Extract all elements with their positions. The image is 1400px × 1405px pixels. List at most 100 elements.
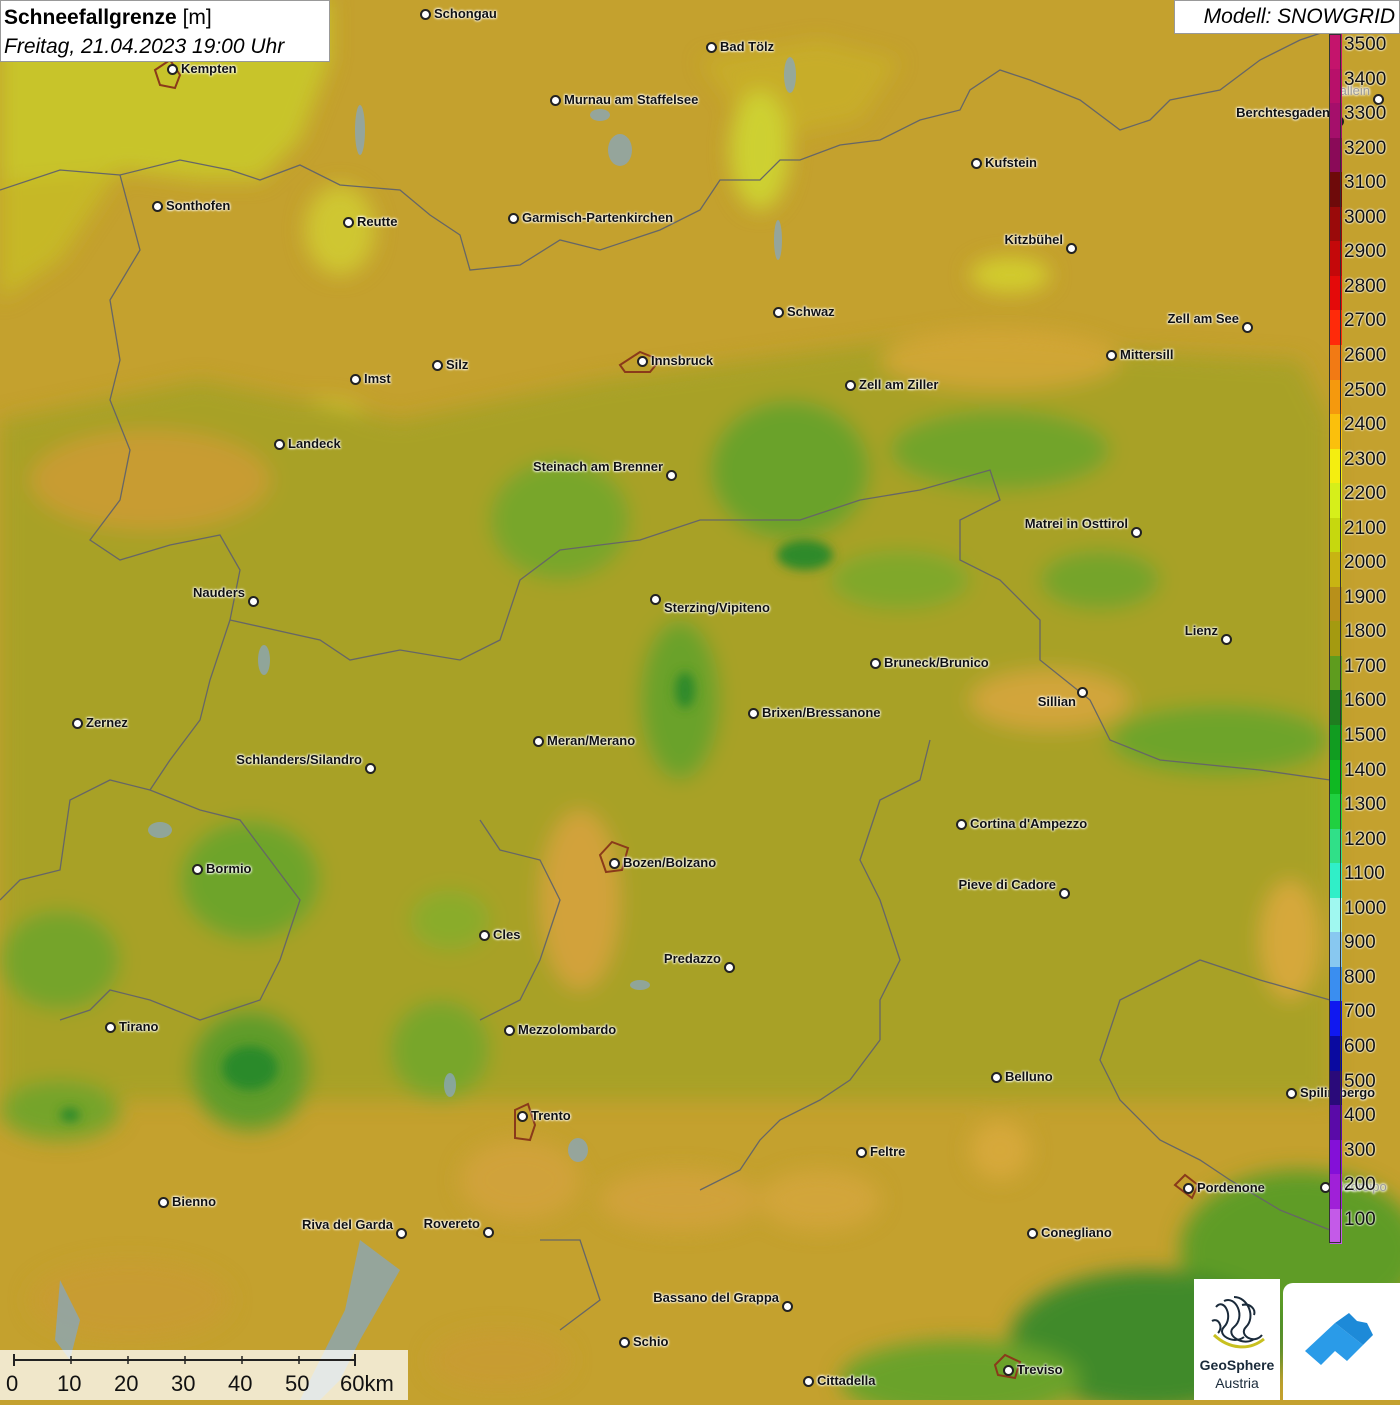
city-marker-icon[interactable] (1106, 350, 1117, 361)
city-marker-icon[interactable] (956, 819, 967, 830)
city-label[interactable]: Pordenone (1197, 1180, 1265, 1195)
city-label[interactable]: Steinach am Brenner (533, 459, 663, 474)
city-marker-icon[interactable] (158, 1197, 169, 1208)
city-label[interactable]: Schio (633, 1334, 668, 1349)
city-marker-icon[interactable] (343, 217, 354, 228)
city-marker-icon[interactable] (248, 596, 259, 607)
city-label[interactable]: Schlanders/Silandro (236, 752, 362, 767)
city-label[interactable]: Bormio (206, 861, 252, 876)
city-marker-icon[interactable] (724, 962, 735, 973)
city-marker-icon[interactable] (845, 380, 856, 391)
city-marker-icon[interactable] (971, 158, 982, 169)
city-label[interactable]: Schongau (434, 6, 497, 21)
city-marker-icon[interactable] (432, 360, 443, 371)
city-label[interactable]: Imst (364, 371, 391, 386)
city-label[interactable]: Tirano (119, 1019, 159, 1034)
city-label[interactable]: Meran/Merano (547, 733, 635, 748)
city-marker-icon[interactable] (396, 1228, 407, 1239)
city-marker-icon[interactable] (773, 307, 784, 318)
city-marker-icon[interactable] (533, 736, 544, 747)
city-label[interactable]: Rovereto (424, 1216, 480, 1231)
city-marker-icon[interactable] (72, 718, 83, 729)
city-marker-icon[interactable] (1242, 322, 1253, 333)
city-label[interactable]: Reutte (357, 214, 397, 229)
city-label[interactable]: Sillian (1038, 694, 1076, 709)
city-label[interactable]: Bassano del Grappa (653, 1290, 779, 1305)
city-marker-icon[interactable] (192, 864, 203, 875)
city-label[interactable]: Cles (493, 927, 520, 942)
city-marker-icon[interactable] (706, 42, 717, 53)
city-label[interactable]: Zell am Ziller (859, 377, 938, 392)
city-label[interactable]: Zell am See (1167, 311, 1239, 326)
city-label[interactable]: Kitzbühel (1005, 232, 1064, 247)
city-marker-icon[interactable] (479, 930, 490, 941)
city-marker-icon[interactable] (1066, 243, 1077, 254)
city-label[interactable]: Murnau am Staffelsee (564, 92, 698, 107)
city-marker-icon[interactable] (508, 213, 519, 224)
city-marker-icon[interactable] (870, 658, 881, 669)
city-label[interactable]: Mezzolombardo (518, 1022, 616, 1037)
city-label[interactable]: Zernez (86, 715, 128, 730)
city-label[interactable]: Feltre (870, 1144, 905, 1159)
city-marker-icon[interactable] (1286, 1088, 1297, 1099)
city-marker-icon[interactable] (637, 356, 648, 367)
city-marker-icon[interactable] (782, 1301, 793, 1312)
city-marker-icon[interactable] (550, 95, 561, 106)
city-label[interactable]: Landeck (288, 436, 341, 451)
city-label[interactable]: Mittersill (1120, 347, 1173, 362)
city-marker-icon[interactable] (1131, 527, 1142, 538)
city-label[interactable]: Treviso (1017, 1362, 1063, 1377)
city-marker-icon[interactable] (856, 1147, 867, 1158)
city-label[interactable]: Bad Tölz (720, 39, 774, 54)
city-marker-icon[interactable] (105, 1022, 116, 1033)
city-marker-icon[interactable] (365, 763, 376, 774)
city-marker-icon[interactable] (1221, 634, 1232, 645)
city-marker-icon[interactable] (420, 9, 431, 20)
city-label[interactable]: Predazzo (664, 951, 721, 966)
city-label[interactable]: Cortina d'Ampezzo (970, 816, 1087, 831)
city-marker-icon[interactable] (1003, 1365, 1014, 1376)
city-marker-icon[interactable] (1027, 1228, 1038, 1239)
city-marker-icon[interactable] (991, 1072, 1002, 1083)
city-label[interactable]: Bienno (172, 1194, 216, 1209)
city-label[interactable]: Matrei in Osttirol (1025, 516, 1128, 531)
city-label[interactable]: Bruneck/Brunico (884, 655, 989, 670)
city-marker-icon[interactable] (504, 1025, 515, 1036)
city-marker-icon[interactable] (350, 374, 361, 385)
geosphere-logo[interactable]: GeoSphere Austria (1194, 1279, 1280, 1400)
city-marker-icon[interactable] (1059, 888, 1070, 899)
city-label[interactable]: Nauders (193, 585, 245, 600)
city-marker-icon[interactable] (1077, 687, 1088, 698)
city-label[interactable]: Brixen/Bressanone (762, 705, 881, 720)
city-label[interactable]: Innsbruck (651, 353, 713, 368)
city-marker-icon[interactable] (1183, 1183, 1194, 1194)
city-label[interactable]: Trento (531, 1108, 571, 1123)
city-marker-icon[interactable] (650, 594, 661, 605)
city-label[interactable]: Lienz (1185, 623, 1218, 638)
city-label[interactable]: Riva del Garda (302, 1217, 393, 1232)
city-marker-icon[interactable] (517, 1111, 528, 1122)
city-marker-icon[interactable] (748, 708, 759, 719)
city-marker-icon[interactable] (666, 470, 677, 481)
city-label[interactable]: Conegliano (1041, 1225, 1112, 1240)
city-label[interactable]: Garmisch-Partenkirchen (522, 210, 673, 225)
city-label[interactable]: Cittadella (817, 1373, 876, 1388)
app-logo[interactable] (1283, 1283, 1400, 1400)
city-marker-icon[interactable] (167, 64, 178, 75)
city-marker-icon[interactable] (483, 1227, 494, 1238)
city-marker-icon[interactable] (274, 439, 285, 450)
city-marker-icon[interactable] (609, 858, 620, 869)
city-label[interactable]: Sterzing/Vipiteno (664, 600, 770, 615)
city-label[interactable]: Silz (446, 357, 468, 372)
city-label[interactable]: Bozen/Bolzano (623, 855, 716, 870)
city-marker-icon[interactable] (803, 1376, 814, 1387)
city-label[interactable]: Kufstein (985, 155, 1037, 170)
city-marker-icon[interactable] (152, 201, 163, 212)
city-label[interactable]: Sonthofen (166, 198, 230, 213)
city-label[interactable]: Pieve di Cadore (958, 877, 1056, 892)
city-label[interactable]: Belluno (1005, 1069, 1053, 1084)
city-marker-icon[interactable] (619, 1337, 630, 1348)
city-label[interactable]: Berchtesgaden (1236, 105, 1330, 120)
city-label[interactable]: Kempten (181, 61, 237, 76)
city-label[interactable]: Schwaz (787, 304, 835, 319)
